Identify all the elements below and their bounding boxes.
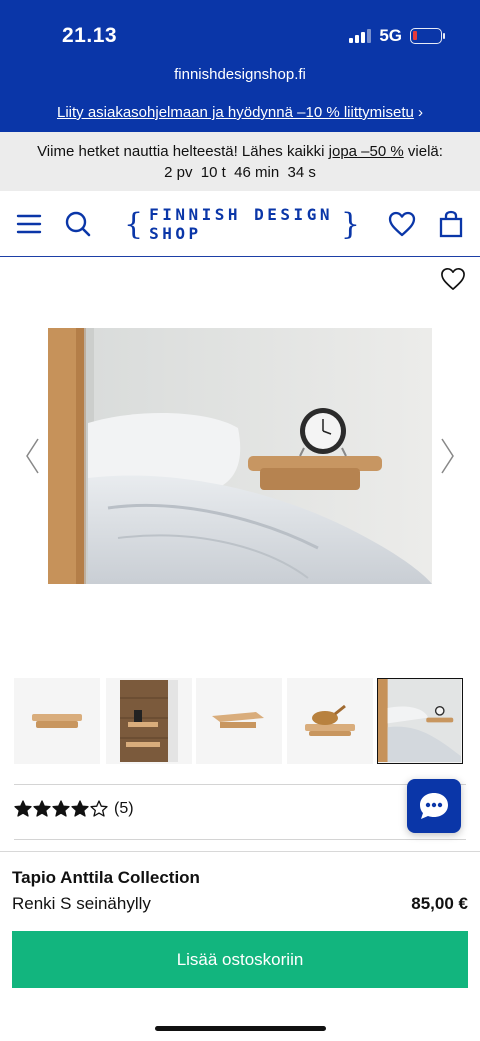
logo-brace-left: { [124,206,144,242]
star-filled-icon [71,800,89,817]
sale-link[interactable]: jopa –50 % [329,143,404,160]
rating-stars [14,800,108,818]
thumbnail-3[interactable] [196,678,282,764]
wishlist-icon[interactable] [387,209,417,239]
divider [14,784,466,785]
cart-bag-icon[interactable] [436,209,466,239]
gallery-prev-icon[interactable] [24,437,40,475]
status-icons: 5G [349,26,445,46]
network-label: 5G [379,26,402,45]
battery-icon [410,28,445,44]
status-time: 21.13 [62,24,118,47]
home-indicator[interactable] [155,1026,326,1031]
signal-icon [349,29,372,43]
product-main-image[interactable] [48,328,432,584]
chat-bubble-icon [420,793,448,819]
thumbnail-5[interactable] [377,678,463,764]
promo-link-text: Liity asiakasohjelmaan ja hyödynnä –10 %… [56,104,414,121]
sale-countdown: 2 pv 10 t 46 min 34 s [164,164,316,181]
star-empty-icon [90,800,108,817]
product-favorite-icon[interactable] [440,267,466,293]
star-filled-icon [33,800,51,817]
rating-count: (5) [114,800,134,817]
top-bar: 21.13 5G finnishdesignshop.fi Liity asia… [0,0,480,132]
product-purchase-panel: Tapio Anttila Collection Renki S seinähy… [0,851,480,1041]
product-price: 85,00 € [411,894,468,913]
product-rating[interactable]: (5) [14,800,134,818]
thumbnail-strip [14,678,466,764]
logo-brace-right: } [340,206,360,242]
url-bar[interactable]: finnishdesignshop.fi [0,66,480,83]
menu-icon[interactable] [14,209,44,239]
site-header: { FINNISH DESIGN SHOP } [0,191,480,257]
star-filled-icon [52,800,70,817]
add-to-cart-button[interactable]: Lisää ostoskoriin [12,931,468,988]
gallery-next-icon[interactable] [440,437,456,475]
site-logo[interactable]: { FINNISH DESIGN SHOP } [118,205,366,243]
thumbnail-1[interactable] [14,678,100,764]
divider [14,839,466,840]
loyalty-promo-link[interactable]: Liity asiakasohjelmaan ja hyödynnä –10 %… [0,104,480,121]
sale-text: Viime hetket nauttia helteestä! Lähes ka… [37,143,325,160]
promo-arrow-icon: › [418,104,424,121]
thumbnail-2[interactable] [106,678,192,764]
chat-button[interactable] [407,779,461,833]
product-name: Renki S seinähylly [12,894,151,913]
logo-text: FINNISH DESIGN SHOP [149,205,333,243]
thumbnail-4[interactable] [287,678,373,764]
sale-text-after: vielä: [407,143,443,160]
star-filled-icon [14,800,32,817]
search-icon[interactable] [63,209,93,239]
sale-banner: Viime hetket nauttia helteestä! Lähes ka… [0,132,480,191]
product-brand[interactable]: Tapio Anttila Collection [12,868,200,888]
